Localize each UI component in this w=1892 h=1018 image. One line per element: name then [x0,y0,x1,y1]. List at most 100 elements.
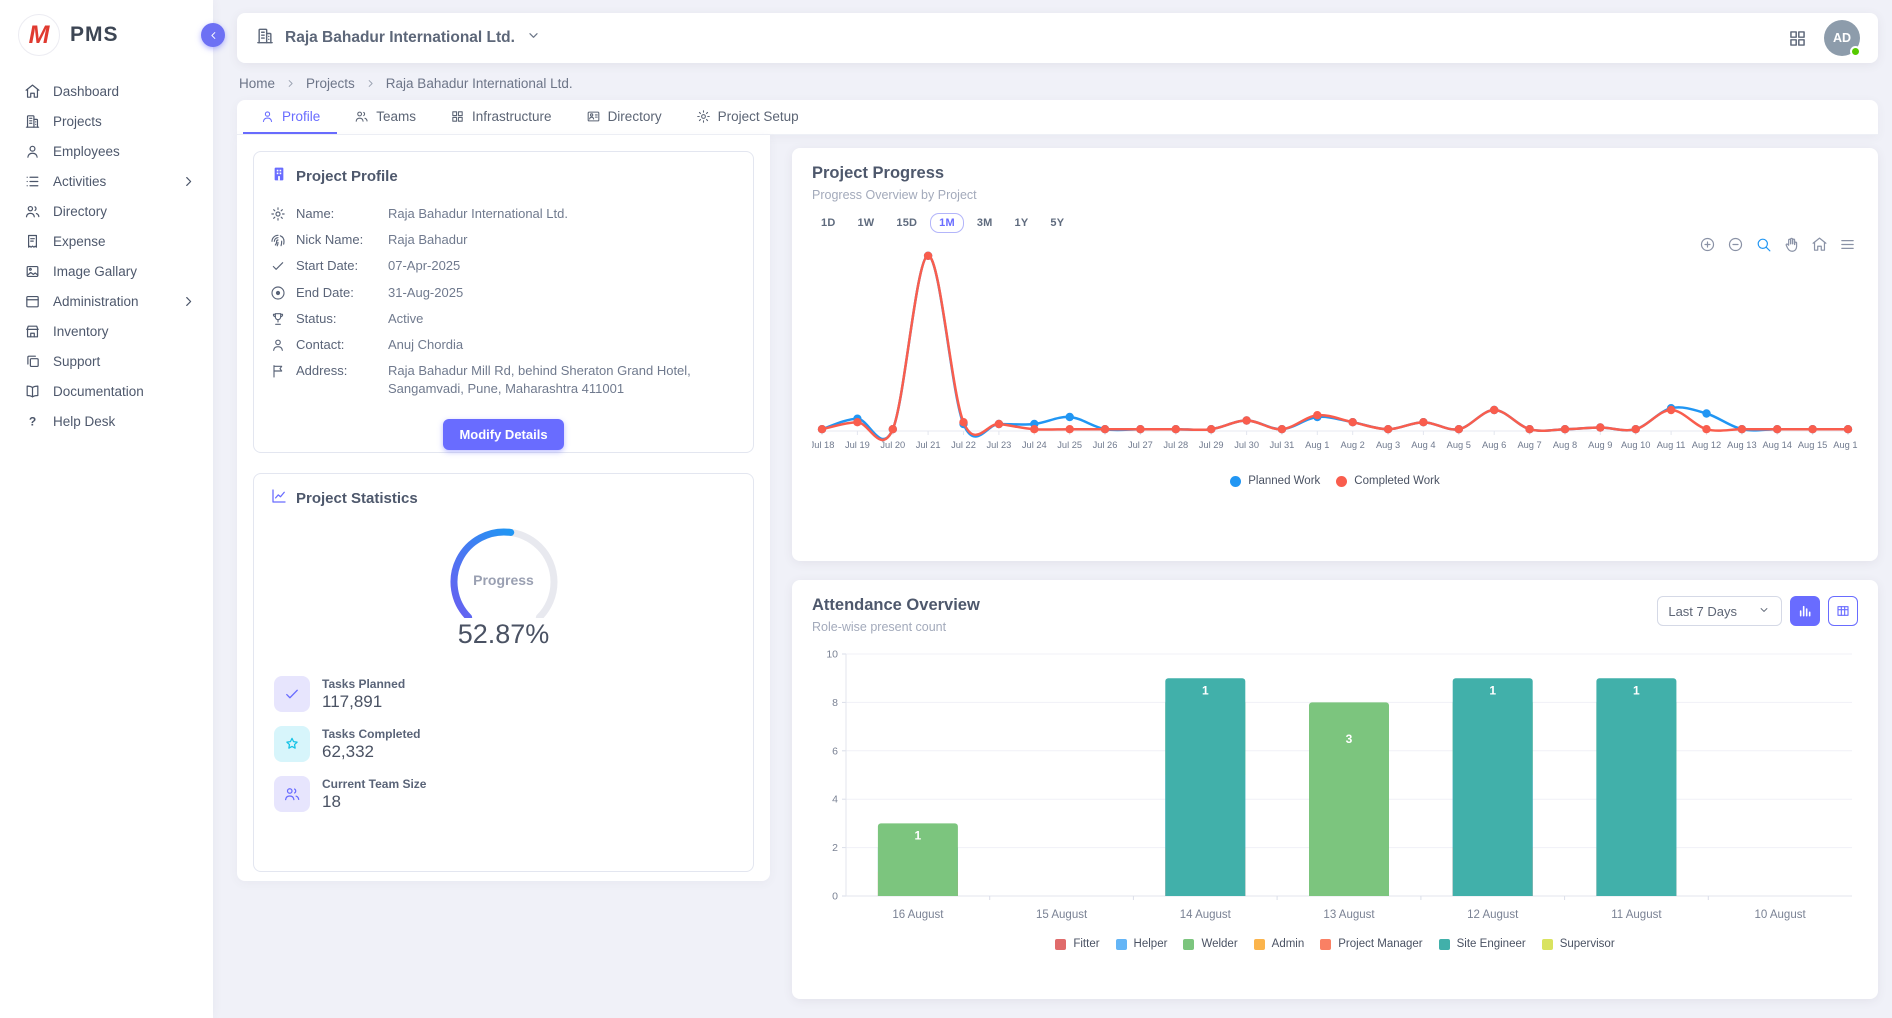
profile-field-address: Address:Raja Bahadur Mill Rd, behind She… [270,358,737,402]
project-profile-title: Project Profile [296,168,398,185]
sidebar-item-employees[interactable]: Employees [0,136,213,166]
legend-helper[interactable]: Helper [1116,938,1168,950]
chart-menu-icon[interactable] [1839,236,1856,253]
sidebar-item-directory[interactable]: Directory [0,196,213,226]
logo-letter: M [29,21,50,50]
sidebar-item-expense[interactable]: Expense [0,226,213,256]
svg-text:Jul 30: Jul 30 [1234,440,1259,450]
svg-text:Jul 19: Jul 19 [845,440,870,450]
modify-details-button[interactable]: Modify Details [443,419,563,450]
legend-welder[interactable]: Welder [1183,938,1237,950]
range-1w-button[interactable]: 1W [848,213,883,233]
legend-site-engineer[interactable]: Site Engineer [1439,938,1526,950]
svg-text:10 August: 10 August [1755,909,1807,921]
sidebar-item-inventory[interactable]: Inventory [0,316,213,346]
svg-text:Aug 14: Aug 14 [1762,440,1791,450]
legend-supervisor[interactable]: Supervisor [1542,938,1615,950]
svg-text:12 August: 12 August [1467,909,1519,921]
sidebar-item-projects[interactable]: Projects [0,106,213,136]
sidebar-item-label: Support [53,354,100,369]
header-right: AD [1787,20,1860,56]
tab-profile[interactable]: Profile [243,100,337,134]
app-logo[interactable]: M PMS [0,0,213,56]
legend-project-manager[interactable]: Project Manager [1320,938,1422,950]
bar-chart-legend: Fitter Helper Welder Admin Project Manager Si… [812,938,1858,950]
user-avatar[interactable]: AD [1824,20,1860,56]
bar-view-toggle[interactable] [1790,596,1820,626]
table-grid-icon [1835,603,1851,619]
range-3m-button[interactable]: 3M [968,213,1002,233]
check-icon [270,258,286,274]
attendance-chart[interactable]: 024681011116 August15 August233114 Augus… [812,640,1858,936]
range-5y-button[interactable]: 5Y [1041,213,1073,233]
project-progress-title: Project Progress [812,164,1858,183]
sidebar-item-label: Activities [53,174,106,189]
tab-teams[interactable]: Teams [337,100,433,134]
svg-text:3: 3 [1346,732,1353,746]
sidebar-collapse-button[interactable] [201,23,225,47]
pan-icon[interactable] [1783,236,1800,253]
sidebar-item-dashboard[interactable]: Dashboard [0,76,213,106]
svg-text:Aug 6: Aug 6 [1482,440,1506,450]
svg-text:Aug 12: Aug 12 [1692,440,1721,450]
sidebar-item-activities[interactable]: Activities [0,166,213,196]
box-icon [24,293,41,310]
date-range-select[interactable]: Last 7 Days [1657,596,1782,626]
legend-completed-work[interactable]: Completed Work [1336,475,1439,487]
legend-fitter[interactable]: Fitter [1055,938,1099,950]
star-icon [283,735,301,753]
svg-text:15 August: 15 August [1036,909,1088,921]
svg-text:14 August: 14 August [1180,909,1232,921]
sidebar-item-support[interactable]: Support [0,346,213,376]
legend-admin[interactable]: Admin [1254,938,1305,950]
range-1y-button[interactable]: 1Y [1006,213,1038,233]
project-statistics-title: Project Statistics [296,490,418,507]
range-1d-button[interactable]: 1D [812,213,844,233]
tab-project-setup[interactable]: Project Setup [679,100,816,134]
company-selector[interactable]: Raja Bahadur International Ltd. [255,26,542,51]
svg-text:6: 6 [832,745,838,757]
sidebar-item-image-gallary[interactable]: Image Gallary [0,256,213,286]
zoom-in-icon[interactable] [1699,236,1716,253]
legend-planned-work[interactable]: Planned Work [1230,475,1320,487]
range-15d-button[interactable]: 15D [887,213,926,233]
range-1m-button[interactable]: 1M [930,213,964,233]
profile-field-status: Status:Active [270,306,737,332]
right-column: Project Progress Progress Overview by Pr… [792,135,1878,1018]
svg-text:1: 1 [1633,684,1640,698]
attendance-card: Attendance Overview Role-wise present co… [792,580,1878,999]
profile-field-contact: Contact:Anuj Chordia [270,332,737,358]
breadcrumb-item[interactable]: Home [239,76,275,91]
line-chart-legend: Planned Work Completed Work [812,475,1858,487]
flag-icon [270,363,286,379]
sidebar-item-documentation[interactable]: Documentation [0,376,213,406]
svg-text:Aug 4: Aug 4 [1411,440,1435,450]
tab-infrastructure[interactable]: Infrastructure [433,100,569,134]
legend-marker [1254,939,1265,950]
sidebar-item-help-desk[interactable]: ?Help Desk [0,406,213,436]
gauge-value: 52.87% [270,619,737,650]
table-view-toggle[interactable] [1828,596,1858,626]
zoom-out-icon[interactable] [1727,236,1744,253]
left-panel: Project Profile Name:Raja Bahadur Intern… [237,135,770,881]
reset-zoom-icon[interactable] [1811,236,1828,253]
breadcrumb-item: Raja Bahadur International Ltd. [386,76,573,91]
tab-directory[interactable]: Directory [569,100,679,134]
chevron-left-icon [207,29,220,42]
profile-field-nick-name: Nick Name:Raja Bahadur [270,227,737,253]
chevron-right-icon [364,77,377,90]
breadcrumb-item[interactable]: Projects [306,76,355,91]
sidebar-item-label: Image Gallary [53,264,137,279]
svg-text:Aug 2: Aug 2 [1341,440,1365,450]
sidebar-item-administration[interactable]: Administration [0,286,213,316]
building-icon [24,113,41,130]
receipt-icon [24,233,41,250]
project-statistics-card: Project Statistics Progress 52.87% Tasks… [253,473,754,872]
apps-grid-icon[interactable] [1787,28,1808,49]
project-progress-chart[interactable]: Jul 18Jul 19Jul 20Jul 21Jul 22Jul 23Jul … [812,233,1858,473]
sidebar-item-label: Administration [53,294,139,309]
user-icon [270,337,286,353]
attendance-controls: Last 7 Days [1657,596,1858,626]
svg-text:Aug 7: Aug 7 [1517,440,1541,450]
selection-zoom-icon[interactable] [1755,236,1772,253]
